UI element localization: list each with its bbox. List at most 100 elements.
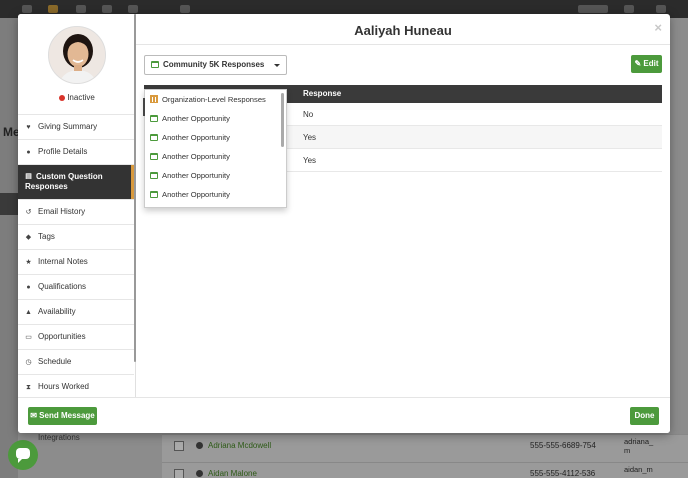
menu-item-opportunity[interactable]: Another Opportunity: [145, 109, 286, 128]
row-phone: 555-555-6689-754: [530, 441, 596, 450]
sidebar-item-hours-worked[interactable]: ⧗ Hours Worked: [18, 374, 134, 399]
star-icon: ★: [25, 259, 32, 266]
table-row[interactable]: Aidan Malone 555-555-4112-536 aidan_m: [162, 462, 688, 478]
menu-item-organization-level[interactable]: Organization-Level Responses: [145, 90, 286, 109]
sidebar-item-label: Email History: [38, 207, 86, 216]
sidebar-item-schedule[interactable]: ◷ Schedule: [18, 349, 134, 374]
search-icon[interactable]: [180, 5, 190, 13]
sidebar-item-opportunities[interactable]: ▭ Opportunities: [18, 324, 134, 349]
sidebar-item-label: Hours Worked: [38, 382, 89, 391]
nav-icon[interactable]: [76, 5, 86, 13]
tags-icon: ◆: [25, 234, 32, 241]
calendar-icon: [150, 134, 158, 141]
row-checkbox[interactable]: [174, 469, 184, 478]
sidebar-item-label: Custom Question Responses: [25, 172, 103, 191]
table-row[interactable]: Adriana Mcdowell 555-555-6689-754 adrian…: [162, 434, 688, 456]
row-name[interactable]: Adriana Mcdowell: [208, 441, 271, 450]
response-cell: Yes: [303, 156, 317, 165]
bell-icon[interactable]: [624, 5, 634, 13]
menu-item-label: Another Opportunity: [162, 133, 230, 142]
profile-sidebar: Inactive ♥ Giving Summary ● Profile Detail…: [18, 14, 136, 397]
sidebar-item-label: Availability: [38, 307, 76, 316]
info-icon: ●: [26, 149, 31, 156]
menu-item-label: Another Opportunity: [162, 171, 230, 180]
modal-footer: ✉ Send Message Done: [18, 397, 670, 433]
modal-title: Aaliyah Huneau: [354, 23, 452, 38]
nav-icon[interactable]: [22, 5, 32, 13]
sidebar-item-label: Qualifications: [38, 282, 87, 291]
row-phone: 555-555-4112-536: [530, 469, 596, 478]
sidebar-item-email-history[interactable]: ↺ Email History: [18, 199, 134, 224]
dropdown-selected-value: Community 5K Responses: [163, 60, 265, 69]
send-message-label: Send Message: [39, 411, 95, 420]
avatar-icon: [196, 470, 203, 477]
sidebar-item-giving-summary[interactable]: ♥ Giving Summary: [18, 114, 134, 139]
sidebar-item-qualifications[interactable]: ● Qualifications: [18, 274, 134, 299]
edit-button[interactable]: ✎ Edit: [631, 55, 662, 73]
calendar-icon: ▭: [25, 334, 32, 341]
person-icon: [196, 442, 203, 449]
row-email: adriana_ m: [624, 437, 654, 455]
menu-item-label: Another Opportunity: [162, 152, 230, 161]
status-dot-icon: [59, 95, 66, 101]
calendar-icon: [150, 172, 158, 179]
certificate-icon: ●: [26, 284, 31, 291]
caret-down-icon: [274, 64, 280, 67]
calendar-icon: [150, 115, 158, 122]
nav-icon[interactable]: [48, 5, 58, 13]
sidebar-item-label: Schedule: [38, 357, 72, 366]
sidebar-item-label: Giving Summary: [38, 122, 98, 131]
background-active-nav: [0, 193, 18, 215]
sidebar-item-availability[interactable]: ▲ Availability: [18, 299, 134, 324]
menu-item-opportunity[interactable]: Another Opportunity: [145, 166, 286, 185]
opportunity-select-dropdown[interactable]: Community 5K Responses: [144, 55, 287, 75]
status-text: Inactive: [67, 93, 95, 102]
menu-item-opportunity[interactable]: Another Opportunity: [145, 185, 286, 204]
avatar: [48, 26, 106, 84]
close-icon[interactable]: ×: [654, 20, 662, 35]
response-cell: Yes: [303, 133, 317, 142]
modal-header: Aaliyah Huneau ×: [136, 14, 670, 45]
menu-item-label: Organization-Level Responses: [162, 95, 266, 104]
chat-button[interactable]: [8, 440, 38, 470]
sidebar-item-internal-notes[interactable]: ★ Internal Notes: [18, 249, 134, 274]
nav-icon[interactable]: [128, 5, 138, 13]
row-checkbox[interactable]: [174, 441, 184, 451]
heart-icon: ♥: [26, 124, 31, 131]
send-message-button[interactable]: ✉ Send Message: [28, 407, 97, 425]
chat-bubble-icon: [16, 448, 30, 463]
sidebar-item-custom-question-responses[interactable]: ▤ Custom Question Responses: [18, 164, 134, 200]
user-icon[interactable]: [656, 5, 666, 13]
sidebar-nav: ♥ Giving Summary ● Profile Details ▤ Custom…: [18, 114, 134, 399]
row-name[interactable]: Aidan Malone: [208, 469, 257, 478]
language-icon[interactable]: [578, 5, 608, 13]
opportunity-dropdown-menu: Organization-Level Responses Another Opp…: [144, 89, 287, 208]
history-icon: ↺: [25, 209, 32, 216]
calendar-icon: [150, 153, 158, 160]
thumbs-up-icon: ▲: [25, 309, 32, 316]
sidebar-item-tags[interactable]: ◆ Tags: [18, 224, 134, 249]
row-email: aidan_m: [624, 465, 653, 474]
edit-button-label: Edit: [643, 59, 659, 68]
sidebar-item-label: Tags: [38, 232, 55, 241]
sidebar-item-profile-details[interactable]: ● Profile Details: [18, 139, 134, 164]
menu-item-label: Another Opportunity: [162, 114, 230, 123]
document-icon: ▤: [25, 173, 32, 180]
hourglass-icon: ⧗: [26, 384, 31, 391]
sidebar-item-label: Profile Details: [38, 147, 88, 156]
organization-icon: [150, 95, 158, 103]
avatar-photo-icon: [49, 27, 105, 83]
menu-scrollbar[interactable]: [281, 93, 284, 147]
background-integrations-link[interactable]: Integrations: [38, 433, 80, 442]
volunteer-profile-modal: Inactive ♥ Giving Summary ● Profile Detail…: [18, 14, 670, 433]
done-button[interactable]: Done: [630, 407, 659, 425]
menu-focus-indicator: [143, 98, 145, 116]
menu-item-opportunity[interactable]: Another Opportunity: [145, 147, 286, 166]
nav-icon[interactable]: [102, 5, 112, 13]
calendar-icon: [150, 191, 158, 198]
menu-item-label: Another Opportunity: [162, 190, 230, 199]
background-sidebar: [0, 18, 18, 478]
response-cell: No: [303, 110, 314, 119]
menu-item-opportunity[interactable]: Another Opportunity: [145, 128, 286, 147]
sidebar-item-label: Internal Notes: [38, 257, 88, 266]
